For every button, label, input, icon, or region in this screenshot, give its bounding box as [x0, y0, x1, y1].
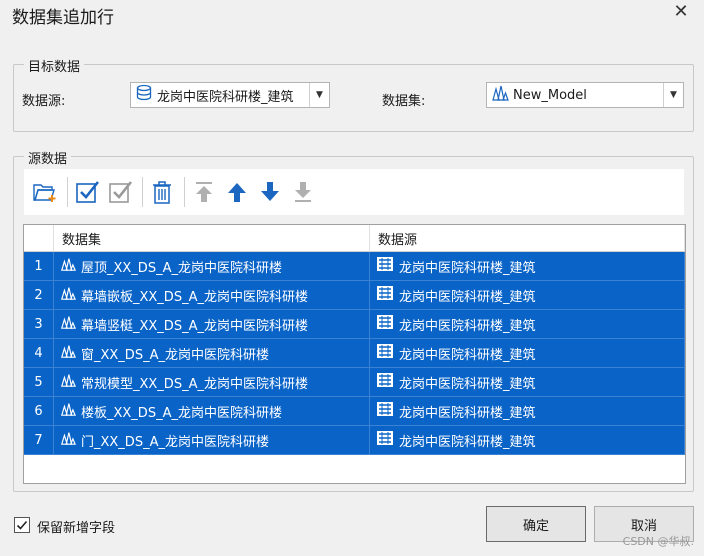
delete-icon[interactable] — [147, 177, 177, 207]
move-top-icon[interactable] — [189, 177, 219, 207]
toolbar-separator — [142, 177, 143, 207]
datasource-name: 龙岗中医院科研楼_建筑 — [399, 260, 536, 276]
dataset-name: 屋顶_XX_DS_A_龙岗中医院科研楼 — [81, 260, 282, 276]
chevron-down-icon[interactable]: ▼ — [663, 83, 683, 107]
dataset-cell[interactable]: 门_XX_DS_A_龙岗中医院科研楼 — [54, 426, 370, 454]
row-number: 1 — [24, 252, 54, 280]
deselect-all-icon[interactable] — [105, 177, 135, 207]
dataset-cell[interactable]: 幕墙嵌板_XX_DS_A_龙岗中医院科研楼 — [54, 281, 370, 309]
datasource-name: 龙岗中医院科研楼_建筑 — [399, 318, 536, 334]
datasource-icon — [376, 372, 394, 392]
datasource-cell[interactable]: 龙岗中医院科研楼_建筑 — [370, 281, 685, 309]
dataset-name: 门_XX_DS_A_龙岗中医院科研楼 — [81, 434, 269, 450]
model-dataset-icon — [60, 285, 76, 305]
dataset-combo[interactable]: New_Model ▼ — [486, 82, 684, 108]
toolbar-separator — [184, 177, 185, 207]
target-data-group: 目标数据 数据源: 龙岗中医院科研楼_建筑 ▼ 数据集: New_Model ▼ — [13, 56, 694, 132]
dataset-cell[interactable]: 屋顶_XX_DS_A_龙岗中医院科研楼 — [54, 252, 370, 280]
datasource-icon — [376, 343, 394, 363]
dialog-title: 数据集追加行 — [12, 8, 114, 28]
close-icon[interactable]: ✕ — [670, 1, 692, 23]
table-row[interactable]: 7 门_XX_DS_A_龙岗中医院科研楼 龙岗中医院科研楼_建筑 — [24, 426, 685, 455]
datasource-combo[interactable]: 龙岗中医院科研楼_建筑 ▼ — [130, 82, 330, 108]
datasource-cell[interactable]: 龙岗中医院科研楼_建筑 — [370, 339, 685, 367]
dataset-name: 幕墙嵌板_XX_DS_A_龙岗中医院科研楼 — [81, 289, 308, 305]
table-row[interactable]: 6 楼板_XX_DS_A_龙岗中医院科研楼 龙岗中医院科研楼_建筑 — [24, 397, 685, 426]
column-header-datasource[interactable]: 数据源 — [370, 225, 685, 251]
datasource-cell[interactable]: 龙岗中医院科研楼_建筑 — [370, 310, 685, 338]
dataset-cell[interactable]: 窗_XX_DS_A_龙岗中医院科研楼 — [54, 339, 370, 367]
datasource-label: 数据源: — [22, 94, 66, 109]
model-dataset-icon — [60, 256, 76, 276]
datasource-icon — [376, 430, 394, 450]
source-data-group: 源数据 数据集 数据源 1 屋顶_XX_DS_A_龙岗中医院科研楼 龙岗中医院科… — [13, 148, 694, 492]
row-number: 3 — [24, 310, 54, 338]
model-dataset-icon — [60, 430, 76, 450]
datasource-cell[interactable]: 龙岗中医院科研楼_建筑 — [370, 426, 685, 454]
chevron-down-icon[interactable]: ▼ — [309, 83, 329, 107]
move-up-icon[interactable] — [222, 177, 252, 207]
datasource-value: 龙岗中医院科研楼_建筑 — [157, 89, 294, 105]
datasource-cell[interactable]: 龙岗中医院科研楼_建筑 — [370, 252, 685, 280]
table-row[interactable]: 2 幕墙嵌板_XX_DS_A_龙岗中医院科研楼 龙岗中医院科研楼_建筑 — [24, 281, 685, 310]
dataset-cell[interactable]: 常规模型_XX_DS_A_龙岗中医院科研楼 — [54, 368, 370, 396]
select-all-icon[interactable] — [72, 177, 102, 207]
column-header-dataset[interactable]: 数据集 — [54, 225, 370, 251]
dataset-name: 常规模型_XX_DS_A_龙岗中医院科研楼 — [81, 376, 308, 392]
source-data-legend: 源数据 — [24, 148, 72, 167]
toolbar-separator — [67, 177, 68, 207]
datasource-name: 龙岗中医院科研楼_建筑 — [399, 434, 536, 450]
datasource-name: 龙岗中医院科研楼_建筑 — [399, 405, 536, 421]
keep-fields-label[interactable]: 保留新增字段 — [37, 517, 115, 536]
move-down-icon[interactable] — [255, 177, 285, 207]
datasource-name: 龙岗中医院科研楼_建筑 — [399, 347, 536, 363]
dataset-value: New_Model — [513, 87, 587, 103]
row-number: 7 — [24, 426, 54, 454]
open-folder-icon[interactable] — [30, 177, 60, 207]
datasource-db-icon — [135, 84, 153, 106]
datasource-icon — [376, 401, 394, 421]
grid-rows: 1 屋顶_XX_DS_A_龙岗中医院科研楼 龙岗中医院科研楼_建筑 2 幕墙嵌板_XX_… — [24, 252, 685, 455]
row-number: 6 — [24, 397, 54, 425]
row-number: 2 — [24, 281, 54, 309]
source-toolbar — [24, 169, 684, 215]
dataset-name: 幕墙竖梃_XX_DS_A_龙岗中医院科研楼 — [81, 318, 308, 334]
dataset-cell[interactable]: 楼板_XX_DS_A_龙岗中医院科研楼 — [54, 397, 370, 425]
dataset-name: 窗_XX_DS_A_龙岗中医院科研楼 — [81, 347, 269, 363]
row-number-header — [24, 225, 54, 251]
table-row[interactable]: 1 屋顶_XX_DS_A_龙岗中医院科研楼 龙岗中医院科研楼_建筑 — [24, 252, 685, 281]
dataset-label: 数据集: — [382, 94, 426, 109]
table-row[interactable]: 3 幕墙竖梃_XX_DS_A_龙岗中医院科研楼 龙岗中医院科研楼_建筑 — [24, 310, 685, 339]
model-dataset-icon — [60, 314, 76, 334]
dataset-name: 楼板_XX_DS_A_龙岗中医院科研楼 — [81, 405, 282, 421]
datasource-icon — [376, 314, 394, 334]
model-dataset-icon — [60, 372, 76, 392]
watermark: CSDN @华叔. — [622, 535, 694, 548]
table-row[interactable]: 5 常规模型_XX_DS_A_龙岗中医院科研楼 龙岗中医院科研楼_建筑 — [24, 368, 685, 397]
move-bottom-icon[interactable] — [288, 177, 318, 207]
keep-fields-checkbox[interactable] — [14, 517, 30, 533]
table-row[interactable]: 4 窗_XX_DS_A_龙岗中医院科研楼 龙岗中医院科研楼_建筑 — [24, 339, 685, 368]
row-number: 5 — [24, 368, 54, 396]
datasource-name: 龙岗中医院科研楼_建筑 — [399, 376, 536, 392]
model-dataset-icon — [491, 84, 509, 106]
target-data-legend: 目标数据 — [24, 56, 85, 75]
model-dataset-icon — [60, 343, 76, 363]
datasource-icon — [376, 256, 394, 276]
row-number: 4 — [24, 339, 54, 367]
check-icon — [16, 520, 28, 530]
grid-header: 数据集 数据源 — [24, 225, 685, 252]
dataset-cell[interactable]: 幕墙竖梃_XX_DS_A_龙岗中医院科研楼 — [54, 310, 370, 338]
ok-button[interactable]: 确定 — [486, 506, 586, 542]
datasource-cell[interactable]: 龙岗中医院科研楼_建筑 — [370, 368, 685, 396]
datasource-cell[interactable]: 龙岗中医院科研楼_建筑 — [370, 397, 685, 425]
model-dataset-icon — [60, 401, 76, 421]
source-grid[interactable]: 数据集 数据源 1 屋顶_XX_DS_A_龙岗中医院科研楼 龙岗中医院科研楼_建筑 2… — [23, 224, 686, 484]
datasource-name: 龙岗中医院科研楼_建筑 — [399, 289, 536, 305]
datasource-icon — [376, 285, 394, 305]
